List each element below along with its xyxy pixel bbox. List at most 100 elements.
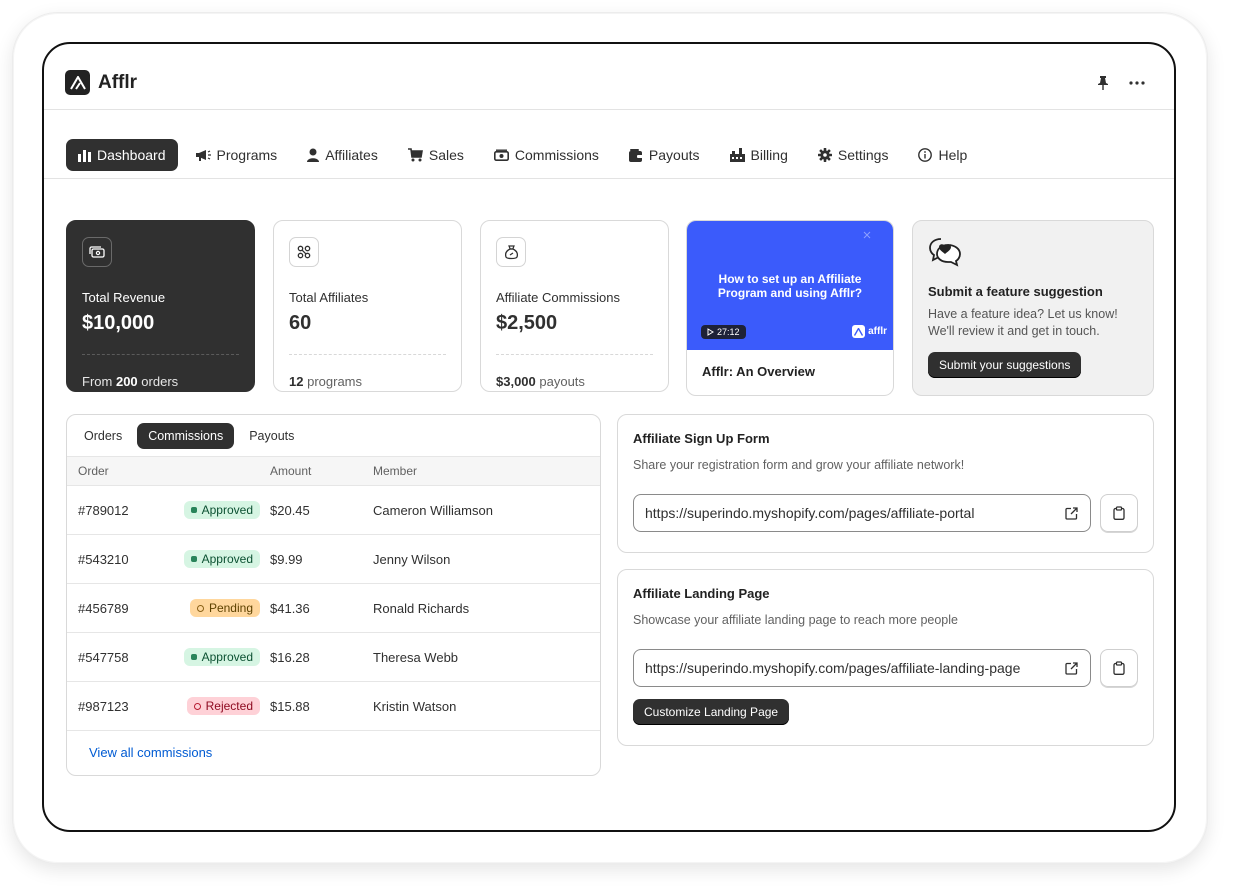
status-badge: Approved — [183, 648, 260, 666]
stat-footnote: $3,000 payouts — [496, 374, 585, 389]
video-thumbnail[interactable]: How to set up an Affiliate Program and u… — [687, 221, 893, 350]
customize-landing-page-button[interactable]: Customize Landing Page — [633, 699, 790, 725]
more-options-icon[interactable] — [1128, 74, 1146, 92]
pending-circle-icon — [196, 604, 204, 612]
col-amount[interactable]: Amount — [260, 464, 373, 478]
order-id: #987123 — [78, 698, 129, 714]
table-row[interactable]: #547758 Approved $16.28 Theresa Webb — [67, 633, 600, 682]
megaphone-icon — [195, 149, 211, 161]
suggestion-title: Submit a feature suggestion — [928, 284, 1103, 299]
clipboard-icon — [1113, 506, 1125, 520]
cart-icon — [407, 148, 423, 162]
external-link-icon[interactable] — [1065, 661, 1078, 675]
signup-form-desc: Share your registration form and grow yo… — [633, 458, 965, 472]
nav-divider — [44, 178, 1174, 179]
nav-sales[interactable]: Sales — [396, 139, 476, 171]
landing-page-card: Affiliate Landing Page Showcase your aff… — [617, 569, 1154, 746]
nav-settings[interactable]: Settings — [806, 139, 901, 171]
stat-value: $10,000 — [82, 312, 155, 334]
tab-payouts[interactable]: Payouts — [238, 423, 305, 449]
landing-url-field[interactable]: https://superindo.myshopify.com/pages/af… — [633, 649, 1091, 687]
col-order[interactable]: Order — [67, 464, 170, 478]
table-row[interactable]: #987123 Rejected $15.88 Kristin Watson — [67, 682, 600, 731]
signup-url-text: https://superindo.myshopify.com/pages/af… — [645, 505, 975, 521]
cash-icon — [493, 149, 509, 161]
nav-commissions[interactable]: Commissions — [482, 139, 611, 171]
table-row[interactable]: #543210 Approved $9.99 Jenny Wilson — [67, 535, 600, 584]
signup-url-field[interactable]: https://superindo.myshopify.com/pages/af… — [633, 494, 1091, 532]
amount: $41.36 — [270, 600, 310, 616]
billing-icon — [729, 148, 745, 162]
nav-billing[interactable]: Billing — [718, 139, 800, 171]
status-badge: Approved — [183, 550, 260, 568]
person-icon — [307, 148, 320, 162]
main-nav: Dashboard Programs Affiliates Sales Comm… — [66, 139, 979, 171]
tab-orders[interactable]: Orders — [73, 423, 133, 449]
member-name: Theresa Webb — [373, 649, 459, 665]
nav-programs[interactable]: Programs — [184, 139, 290, 171]
status-dot-icon — [190, 556, 197, 562]
app-logo[interactable]: Afflr — [65, 70, 137, 95]
col-member[interactable]: Member — [373, 464, 600, 478]
dashed-divider — [496, 354, 653, 355]
landing-url-text: https://superindo.myshopify.com/pages/af… — [645, 660, 1021, 676]
money-bag-icon — [496, 237, 526, 267]
landing-url-row: https://superindo.myshopify.com/pages/af… — [633, 649, 1138, 687]
pin-icon[interactable] — [1094, 74, 1112, 92]
copy-landing-url-button[interactable] — [1100, 649, 1138, 687]
member-name: Jenny Wilson — [373, 551, 451, 567]
nav-affiliates[interactable]: Affiliates — [295, 139, 390, 171]
view-all-commissions-link[interactable]: View all commissions — [67, 731, 600, 774]
dashed-divider — [289, 354, 446, 355]
header-actions — [1094, 74, 1146, 92]
copy-signup-url-button[interactable] — [1100, 494, 1138, 532]
stat-footnote: From 200 orders — [82, 374, 179, 389]
afflr-logo-icon — [852, 325, 866, 338]
tab-commissions[interactable]: Commissions — [137, 422, 235, 449]
gear-icon — [817, 148, 832, 162]
nav-payouts[interactable]: Payouts — [617, 139, 712, 171]
signup-form-card: Affiliate Sign Up Form Share your regist… — [617, 414, 1154, 553]
wallet-icon — [628, 148, 643, 162]
stat-label: Affiliate Commissions — [496, 290, 621, 305]
order-id: #543210 — [78, 551, 129, 567]
amount: $15.88 — [270, 698, 310, 714]
table-row[interactable]: #789012 Approved $20.45 Cameron Williams… — [67, 486, 600, 535]
cash-stack-icon — [82, 237, 112, 267]
submit-suggestions-button[interactable]: Submit your suggestions — [928, 352, 1082, 378]
app-header: Afflr — [44, 44, 1174, 110]
stat-value: 60 — [289, 312, 312, 334]
stat-affiliate-commissions: Affiliate Commissions $2,500 $3,000 payo… — [480, 220, 669, 392]
nav-help[interactable]: Help — [906, 139, 979, 171]
table-row[interactable]: #456789 Pending $41.36 Ronald Richards — [67, 584, 600, 633]
video-brand: afflr — [852, 325, 887, 338]
rejected-circle-icon — [193, 702, 201, 710]
video-title: How to set up an Affiliate Program and u… — [717, 272, 863, 300]
info-icon — [918, 148, 933, 162]
status-badge: Pending — [189, 599, 260, 617]
external-link-icon[interactable] — [1065, 506, 1078, 520]
app-window: Afflr Dashboard Programs Affiliates Sale… — [42, 42, 1176, 832]
status-dot-icon — [190, 654, 197, 660]
app-name: Afflr — [98, 71, 138, 93]
network-icon — [289, 237, 319, 267]
amount: $9.99 — [270, 551, 303, 567]
overview-video-card[interactable]: How to set up an Affiliate Program and u… — [686, 220, 894, 396]
member-name: Kristin Watson — [373, 698, 457, 714]
order-id: #789012 — [78, 502, 129, 518]
landing-page-desc: Showcase your affiliate landing page to … — [633, 613, 958, 627]
stat-footnote: 12 programs — [289, 374, 363, 389]
table-header: Order Amount Member — [67, 456, 600, 486]
order-id: #547758 — [78, 649, 129, 665]
amount: $16.28 — [270, 649, 310, 665]
status-badge: Rejected — [186, 697, 260, 715]
afflr-logo-icon — [65, 70, 90, 95]
status-dot-icon — [190, 507, 197, 513]
order-id: #456789 — [78, 600, 129, 616]
stat-label: Total Revenue — [82, 290, 166, 305]
stat-value: $2,500 — [496, 312, 558, 334]
stat-total-affiliates: Total Affiliates 60 12 programs — [273, 220, 462, 392]
nav-dashboard[interactable]: Dashboard — [66, 139, 178, 171]
dashed-divider — [82, 354, 239, 355]
close-icon[interactable] — [863, 231, 871, 239]
